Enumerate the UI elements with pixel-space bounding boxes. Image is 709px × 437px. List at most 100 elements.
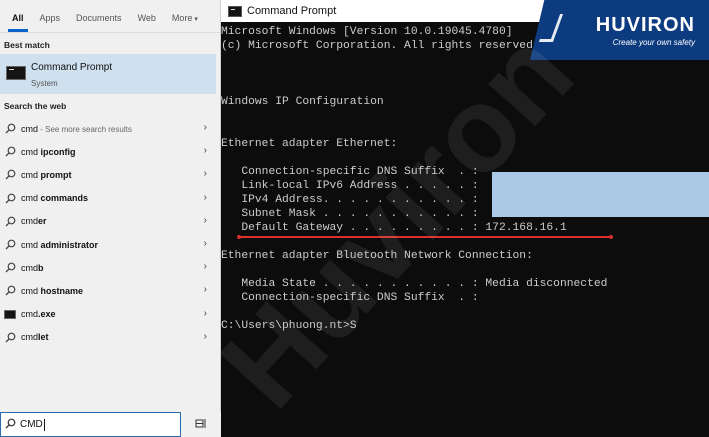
search-icon xyxy=(4,285,16,297)
console-line: Ethernet adapter Ethernet: xyxy=(221,138,398,150)
task-view-button[interactable] xyxy=(181,412,221,437)
console-line: Link-local IPv6 Address . . . . . : xyxy=(221,180,479,192)
result-bold: b xyxy=(38,262,44,273)
best-match-title: Command Prompt xyxy=(31,62,113,73)
result-prefix: cmd xyxy=(21,239,41,250)
result-label: cmd - See more search results xyxy=(21,124,132,134)
result-prefix: cmd xyxy=(21,216,39,227)
search-icon xyxy=(4,262,16,274)
search-icon xyxy=(4,239,16,251)
list-item[interactable]: cmd hostname › xyxy=(0,279,221,302)
search-query: CMD xyxy=(20,419,43,430)
redaction-box xyxy=(492,172,709,217)
console-line: Connection-specific DNS Suffix . : xyxy=(221,292,479,304)
console-line: Microsoft Windows [Version 10.0.19045.47… xyxy=(221,26,513,38)
list-item[interactable]: cmd administrator › xyxy=(0,233,221,256)
chevron-right-icon: › xyxy=(203,261,207,273)
search-web-heading: Search the web xyxy=(4,101,67,111)
red-underline-annotation xyxy=(237,235,613,239)
list-item[interactable]: cmdlet › xyxy=(0,326,221,349)
chevron-right-icon: › xyxy=(203,122,207,133)
search-icon xyxy=(4,169,16,181)
console-line: Subnet Mask . . . . . . . . . . . : xyxy=(221,208,479,220)
result-prefix: cmd xyxy=(21,285,41,296)
window-title: Command Prompt xyxy=(247,5,337,17)
list-item[interactable]: cmd.exe › xyxy=(0,303,221,326)
result-bold: er xyxy=(38,216,47,227)
search-icon xyxy=(5,416,16,434)
tab-more[interactable]: More ▾ xyxy=(164,13,206,32)
list-item[interactable]: cmder › xyxy=(0,210,221,233)
result-label: cmder xyxy=(21,216,47,226)
text-caret xyxy=(43,418,45,431)
result-label: cmd prompt xyxy=(21,170,72,180)
tab-web[interactable]: Web xyxy=(130,13,164,32)
search-icon xyxy=(4,123,16,135)
result-suffix: - See more search results xyxy=(38,124,132,134)
result-label: cmd ipconfig xyxy=(21,147,76,157)
search-icon xyxy=(4,215,16,227)
console-line: Media State . . . . . . . . . . . : Medi… xyxy=(221,278,608,290)
console-line: Connection-specific DNS Suffix . : xyxy=(221,166,479,178)
chevron-down-icon: ▾ xyxy=(194,16,198,23)
result-bold: ipconfig xyxy=(40,146,76,157)
tab-apps[interactable]: Apps xyxy=(32,13,69,32)
result-prefix: cmd xyxy=(21,332,39,343)
result-label: cmdb xyxy=(21,263,44,273)
result-bold: hostname xyxy=(40,285,84,296)
search-icon xyxy=(4,146,16,158)
search-tabs: All Apps Documents Web More ▾ xyxy=(0,0,220,33)
task-view-icon xyxy=(195,416,207,434)
search-input[interactable]: CMD xyxy=(0,412,181,437)
result-bold: let xyxy=(38,332,49,343)
result-label: cmd hostname xyxy=(21,286,83,296)
tab-more-label: More xyxy=(171,13,193,23)
brand-name: HUVIRON xyxy=(595,14,695,36)
result-prefix: cmd xyxy=(21,193,41,204)
console-prompt-line: C:\Users\phuong.nt>S xyxy=(221,320,357,332)
chevron-right-icon: › xyxy=(203,284,207,296)
result-label: cmd.exe xyxy=(21,309,56,319)
chevron-right-icon: › xyxy=(203,237,207,249)
best-match-item[interactable]: Command Prompt System xyxy=(0,54,216,94)
chevron-right-icon: › xyxy=(203,191,207,203)
result-label: cmd commands xyxy=(21,193,88,203)
result-prefix: cmd xyxy=(21,146,41,157)
result-prefix: cmd xyxy=(21,262,39,273)
search-icon xyxy=(4,331,16,343)
best-match-heading: Best match xyxy=(4,40,50,50)
console-line: Default Gateway . . . . . . . . . : 172.… xyxy=(221,222,567,234)
command-prompt-icon xyxy=(228,5,242,17)
web-results-list: cmd - See more search results › cmd ipco… xyxy=(0,117,221,349)
console-app-icon xyxy=(4,308,16,320)
tab-all[interactable]: All xyxy=(4,13,32,32)
console-line: IPv4 Address. . . . . . . . . . . : xyxy=(221,194,479,206)
brand-tagline: Create your own safety xyxy=(612,38,695,47)
chevron-right-icon: › xyxy=(203,145,207,157)
result-prefix: cmd xyxy=(21,169,41,180)
list-item[interactable]: cmd commands › xyxy=(0,187,221,210)
chevron-right-icon: › xyxy=(203,330,207,342)
result-prefix: cmd xyxy=(21,309,39,320)
chevron-right-icon: › xyxy=(203,307,207,319)
result-bold: commands xyxy=(40,193,89,204)
list-item[interactable]: cmd ipconfig › xyxy=(0,140,221,163)
list-item[interactable]: cmd - See more search results › xyxy=(0,117,221,140)
result-prefix: cmd xyxy=(21,123,39,134)
list-item[interactable]: cmdb › xyxy=(0,256,221,279)
result-bold: .exe xyxy=(38,309,56,320)
tab-documents[interactable]: Documents xyxy=(68,13,130,32)
search-icon xyxy=(4,192,16,204)
command-prompt-icon xyxy=(6,66,26,80)
best-match-subtitle: System xyxy=(31,79,58,88)
console-line: Ethernet adapter Bluetooth Network Conne… xyxy=(221,250,533,262)
search-panel: All Apps Documents Web More ▾ Best match … xyxy=(0,0,221,437)
result-label: cmdlet xyxy=(21,332,49,342)
chevron-right-icon: › xyxy=(203,214,207,226)
chevron-right-icon: › xyxy=(203,168,207,180)
list-item[interactable]: cmd prompt › xyxy=(0,163,221,186)
result-bold: administrator xyxy=(40,239,99,250)
console-line: Windows IP Configuration xyxy=(221,96,384,108)
console-line: (c) Microsoft Corporation. All rights re… xyxy=(221,40,540,52)
result-bold: prompt xyxy=(40,169,72,180)
